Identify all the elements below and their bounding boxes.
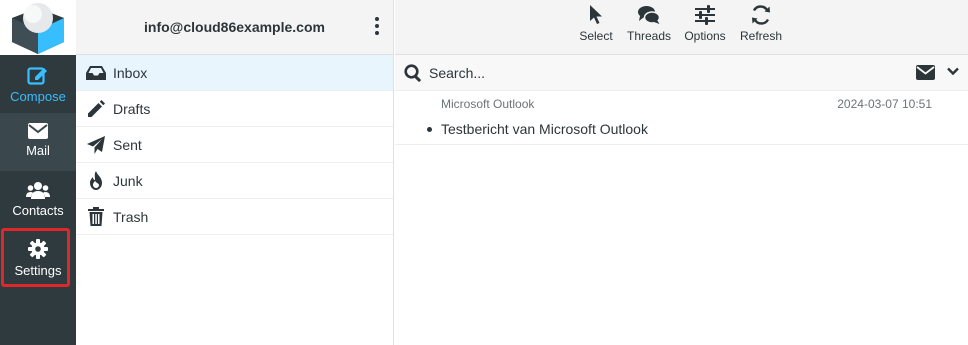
- envelope-filter-icon[interactable]: [916, 65, 935, 80]
- folder-trash[interactable]: Trash: [76, 199, 393, 235]
- folder-menu-icon[interactable]: [369, 14, 385, 38]
- folder-label: Inbox: [113, 64, 148, 81]
- nav-compose-label: Compose: [10, 89, 66, 104]
- search-icon[interactable]: [404, 64, 423, 83]
- refresh-label: Refresh: [739, 29, 783, 43]
- sliders-icon: [695, 5, 715, 25]
- message-date: 2024-03-07 10:51: [837, 97, 932, 111]
- refresh-button[interactable]: Refresh: [737, 5, 785, 43]
- search-input[interactable]: [429, 63, 899, 83]
- threads-label: Threads: [626, 29, 672, 43]
- paper-plane-icon: [86, 135, 106, 155]
- nav-contacts-label: Contacts: [12, 203, 64, 218]
- trash-icon: [86, 207, 106, 227]
- refresh-icon: [752, 5, 770, 25]
- folder-drafts[interactable]: Drafts: [76, 91, 393, 127]
- folder-sent[interactable]: Sent: [76, 127, 393, 163]
- nav-mail-label: Mail: [26, 143, 50, 158]
- cursor-icon: [590, 5, 602, 24]
- folder-label: Sent: [113, 136, 142, 153]
- folder-junk[interactable]: Junk: [76, 163, 393, 199]
- users-icon: [26, 182, 50, 199]
- gear-icon: [28, 239, 48, 259]
- message-subject: Testbericht van Microsoft Outlook: [441, 121, 648, 137]
- unread-indicator: [427, 127, 432, 132]
- message-toolbar: Select Threads Options Refresh: [395, 0, 968, 55]
- nav-contacts[interactable]: Contacts: [0, 171, 76, 229]
- message-list-pane: Select Threads Options Refresh Search...…: [395, 0, 968, 345]
- folder-pane-header: info@cloud86example.com: [76, 0, 393, 55]
- message-list-item[interactable]: Microsoft Outlook 2024-03-07 10:51 Testb…: [395, 92, 968, 145]
- nav-mail[interactable]: Mail: [0, 113, 76, 171]
- edit-icon: [27, 67, 47, 85]
- pencil-icon: [86, 99, 106, 119]
- select-label: Select: [579, 29, 613, 43]
- folder-pane: info@cloud86example.com Inbox Drafts Sen…: [76, 0, 394, 345]
- nav-settings[interactable]: Settings: [0, 229, 76, 287]
- options-button[interactable]: Options: [681, 5, 729, 43]
- app-navigation: Compose Mail Contacts Settings: [0, 0, 76, 345]
- message-sender: Microsoft Outlook: [441, 97, 535, 111]
- inbox-icon: [86, 63, 106, 83]
- folder-label: Junk: [113, 172, 143, 189]
- chevron-down-icon[interactable]: [947, 67, 959, 76]
- envelope-icon: [28, 123, 48, 139]
- search-bar: [395, 55, 968, 91]
- select-button[interactable]: Select: [576, 5, 616, 43]
- folder-label: Trash: [113, 208, 149, 225]
- threads-button[interactable]: Threads: [623, 5, 675, 43]
- folder-inbox[interactable]: Inbox: [76, 55, 393, 91]
- roundcube-logo[interactable]: [0, 0, 76, 55]
- nav-compose[interactable]: Compose: [0, 55, 76, 113]
- options-label: Options: [684, 29, 726, 43]
- comments-icon: [638, 6, 660, 24]
- nav-settings-label: Settings: [14, 263, 62, 278]
- fire-icon: [86, 171, 106, 191]
- folder-label: Drafts: [113, 100, 151, 117]
- account-email: info@cloud86example.com: [144, 19, 325, 35]
